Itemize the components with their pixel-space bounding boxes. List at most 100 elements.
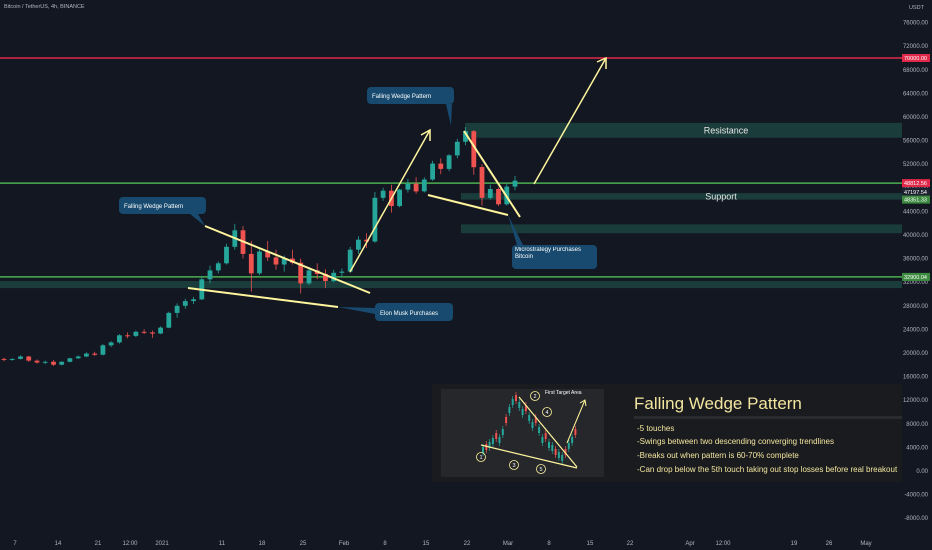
x-tick-label: Mar — [503, 541, 513, 547]
candle-body — [306, 270, 312, 284]
candle-body — [51, 361, 56, 365]
mini-candle-body — [521, 409, 524, 415]
x-tick-label: 22 — [464, 541, 471, 547]
candle-body — [92, 353, 98, 355]
candle-body — [125, 335, 130, 337]
candle-body — [182, 301, 188, 306]
currency-label: USDT — [909, 5, 925, 11]
info-bullet-2: -Swings between two descending convergin… — [637, 437, 834, 446]
mini-candle-body — [571, 437, 574, 443]
candle-body — [26, 356, 32, 361]
candle-body — [339, 271, 345, 273]
zone-band[interactable] — [465, 122, 902, 138]
mini-candle-body — [518, 402, 521, 408]
x-tick-label: 21 — [95, 541, 102, 547]
candle-body — [117, 335, 122, 343]
y-tick-label: 24000.00 — [903, 327, 929, 333]
candle-body — [380, 190, 386, 198]
y-tick-label: 44000.00 — [903, 209, 929, 215]
y-tick-label: 60000.00 — [903, 115, 929, 121]
x-tick-label: 19 — [791, 541, 798, 547]
mini-touch-2: 2 — [534, 394, 537, 400]
y-tick-label: -4000.00 — [904, 493, 928, 499]
candle-body — [215, 263, 221, 271]
zone-band[interactable] — [0, 281, 902, 289]
candle-body — [67, 358, 73, 362]
mini-touch-4: 4 — [546, 410, 549, 416]
zone-band[interactable] — [461, 193, 902, 200]
mini-candle-body — [498, 437, 501, 443]
candle-body — [496, 189, 501, 205]
x-tick-label: 25 — [300, 541, 307, 547]
target-price-tag-text: 70000.00 — [904, 56, 927, 62]
candle-body — [405, 183, 411, 190]
mini-touch-5: 5 — [540, 467, 543, 473]
candle-body — [479, 167, 485, 198]
candle-body — [257, 251, 262, 274]
y-tick-label: 20000.00 — [903, 351, 929, 357]
y-tick-label: 36000.00 — [903, 257, 929, 263]
chart-root: Falling Wedge Pattern Falling Wedge Patt… — [0, 0, 932, 550]
mini-candle-body — [495, 433, 498, 439]
y-tick-label: 64000.00 — [903, 91, 929, 97]
candle-body — [141, 331, 147, 333]
current-price-tag-text: 48812.56 — [904, 181, 927, 187]
callout-elon-musk-text: Elon Musk Purchases — [380, 311, 438, 317]
chart-canvas[interactable]: Falling Wedge Pattern Falling Wedge Patt… — [0, 0, 932, 550]
y-tick-label: -8000.00 — [904, 516, 928, 522]
x-tick-label: 22 — [627, 541, 634, 547]
mini-touch-3: 3 — [513, 463, 516, 469]
info-panel-title: Falling Wedge Pattern — [634, 394, 802, 413]
mini-candle-body — [511, 399, 514, 405]
candle-body — [100, 345, 106, 355]
mini-candle-body — [515, 395, 517, 401]
info-title-underline — [634, 416, 902, 419]
mini-candle-body — [551, 445, 554, 451]
mini-candle-body — [491, 438, 494, 444]
y-tick-label: 12000.00 — [903, 398, 929, 404]
y-tick-label: 4000.00 — [906, 445, 928, 451]
mini-candle-body — [505, 417, 508, 423]
x-tick-label: Apr — [685, 541, 694, 547]
candle-body — [421, 179, 427, 192]
candle-body — [372, 197, 378, 242]
x-tick-label: 26 — [826, 541, 833, 547]
callout-falling-wedge-2-text: Falling Wedge Pattern — [372, 94, 431, 100]
mini-candle-body — [538, 427, 541, 433]
mini-candle-body — [482, 447, 484, 453]
candle-body — [512, 180, 518, 187]
y-tick-label: 72000.00 — [903, 44, 929, 50]
info-bullet-1: -5 touches — [637, 424, 674, 433]
symbol-title: Bitcoin / TetherUS, 4h, BINANCE — [4, 4, 85, 10]
x-tick-label: 15 — [423, 541, 430, 547]
info-panel: 1 2 3 4 5 First Target Area Falling Wedg… — [432, 384, 902, 482]
candle-body — [1, 358, 7, 360]
candle-body — [446, 155, 452, 169]
candle-body — [397, 189, 402, 207]
candle-body — [133, 331, 139, 336]
x-tick-label: 12:00 — [122, 541, 138, 547]
support-line-tag-text: 32900.04 — [904, 275, 927, 281]
candle-body — [248, 253, 254, 274]
x-tick-label: 12:00 — [715, 541, 731, 547]
candle-body — [438, 163, 444, 169]
secondary-price-tag-text: 47197.54 — [904, 190, 927, 196]
mini-candle-body — [531, 422, 534, 428]
y-tick-label: 76000.00 — [903, 21, 929, 27]
mini-candle-body — [554, 449, 557, 455]
candle-body — [413, 183, 419, 192]
mini-candle-body — [528, 415, 531, 421]
zone-band[interactable] — [461, 224, 902, 234]
mini-candle-body — [561, 455, 564, 461]
candle-body — [166, 312, 172, 328]
y-tick-label: 0.00 — [916, 469, 928, 475]
mini-target-label: First Target Area — [545, 390, 582, 396]
candle-body — [487, 189, 493, 198]
candle-body — [18, 356, 23, 359]
x-tick-label: 14 — [55, 541, 62, 547]
mini-candle-body — [541, 437, 544, 443]
candle-body — [430, 163, 435, 180]
x-tick-label: 18 — [259, 541, 266, 547]
y-tick-label: 40000.00 — [903, 233, 929, 239]
y-tick-label: 68000.00 — [903, 68, 929, 74]
